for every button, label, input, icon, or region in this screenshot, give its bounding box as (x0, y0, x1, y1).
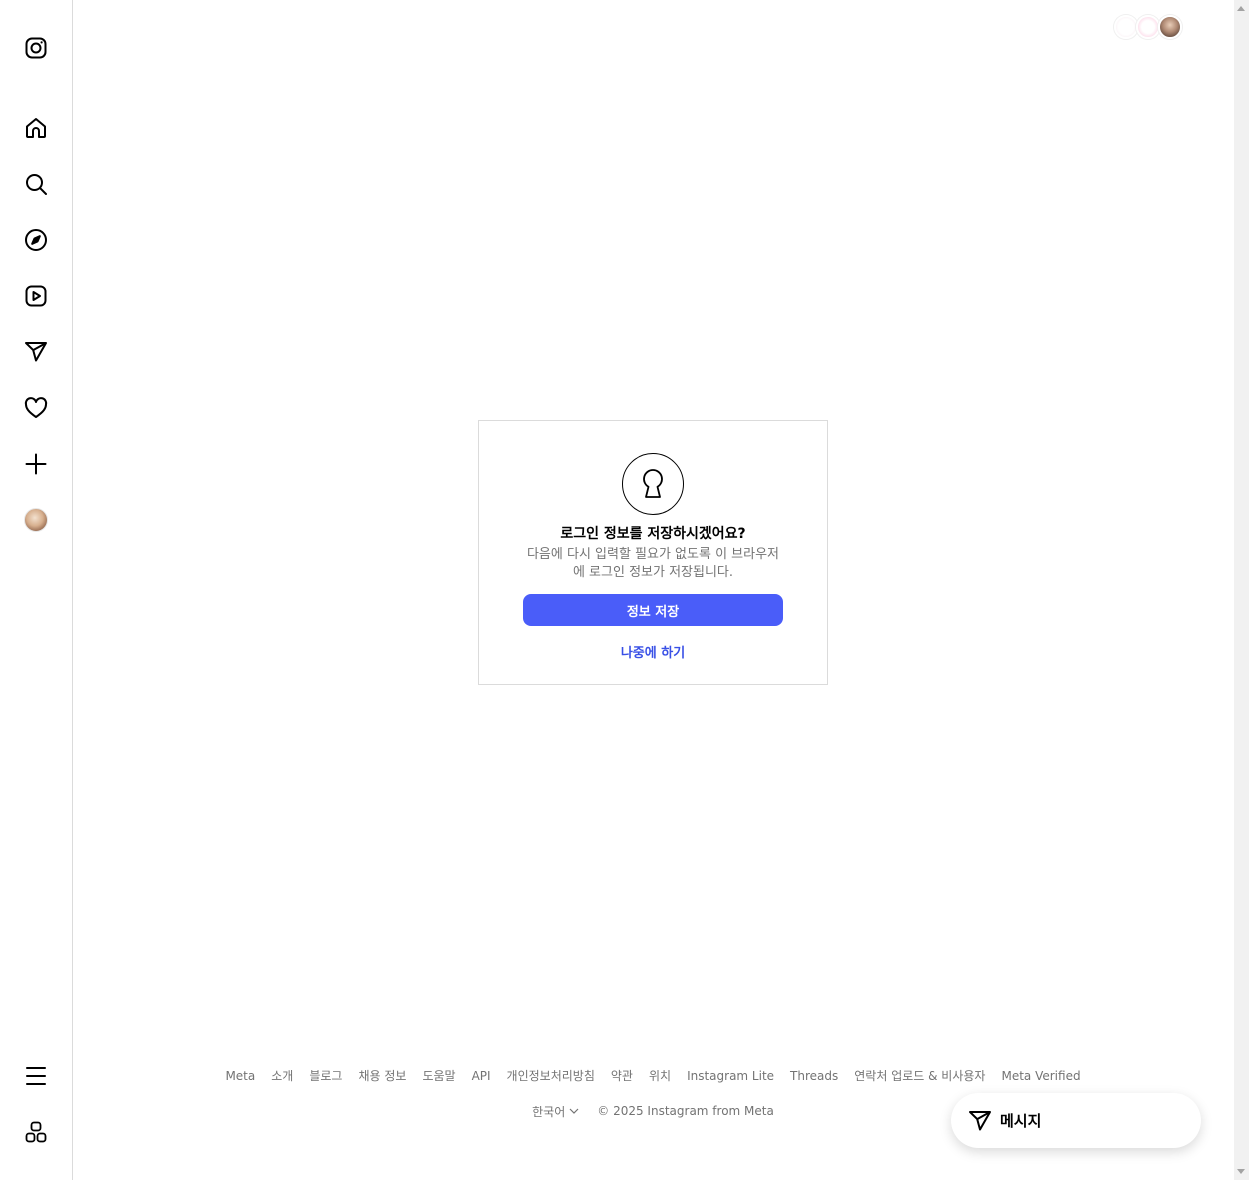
footer-link-contact-upload[interactable]: 연락처 업로드 & 비사용자 (854, 1066, 985, 1086)
language-select[interactable]: 한국어 (532, 1103, 579, 1120)
send-icon (969, 1111, 991, 1131)
scroll-up-arrow-icon[interactable] (1237, 6, 1245, 11)
footer-link-blog[interactable]: 블로그 (309, 1066, 342, 1086)
messages-send-icon[interactable] (12, 328, 60, 376)
footer-link-instagram-lite[interactable]: Instagram Lite (687, 1066, 774, 1086)
footer-link-api[interactable]: API (472, 1066, 491, 1086)
explore-compass-icon[interactable] (12, 216, 60, 264)
footer-link-threads[interactable]: Threads (790, 1066, 838, 1086)
profile-avatar[interactable] (12, 496, 60, 544)
message-contact-avatar (1114, 15, 1138, 39)
message-contact-avatar (1136, 15, 1160, 39)
create-plus-icon[interactable] (12, 440, 60, 488)
avatar (24, 508, 48, 532)
notifications-heart-icon[interactable] (12, 384, 60, 432)
not-now-button[interactable]: 나중에 하기 (553, 640, 753, 662)
footer-bottom: 한국어 © 2025 Instagram from Meta (234, 1101, 1072, 1121)
dialog-title: 로그인 정보를 저장하시겠어요? (560, 526, 746, 542)
footer-link-meta[interactable]: Meta (225, 1066, 255, 1086)
vertical-scrollbar[interactable] (1234, 0, 1249, 1180)
footer-link-meta-verified[interactable]: Meta Verified (1001, 1066, 1080, 1086)
copyright-text: © 2025 Instagram from Meta (597, 1104, 774, 1118)
reels-icon[interactable] (12, 272, 60, 320)
sidebar-nav (0, 0, 73, 1180)
footer-link-jobs[interactable]: 채용 정보 (358, 1066, 406, 1086)
instagram-logo-icon[interactable] (12, 24, 60, 72)
search-icon[interactable] (12, 160, 60, 208)
footer-link-help[interactable]: 도움말 (422, 1066, 455, 1086)
chevron-down-icon (569, 1108, 579, 1114)
more-menu-icon[interactable] (12, 1052, 60, 1100)
message-contact-avatar (1158, 15, 1182, 39)
messages-label: 메시지 (1000, 1112, 1042, 1130)
footer-link-terms[interactable]: 약관 (611, 1066, 633, 1086)
scroll-down-arrow-icon[interactable] (1237, 1169, 1245, 1174)
footer-links: Meta 소개 블로그 채용 정보 도움말 API 개인정보처리방침 약관 위치… (225, 1066, 1080, 1086)
messages-pill[interactable]: 메시지 (951, 1093, 1201, 1148)
footer-link-locations[interactable]: 위치 (649, 1066, 671, 1086)
save-info-button[interactable]: 정보 저장 (523, 594, 783, 626)
dialog-description: 다음에 다시 입력할 필요가 없도록 이 브라우저에 로그인 정보가 저장됩니다… (526, 547, 780, 580)
also-from-meta-icon[interactable] (12, 1108, 60, 1156)
footer-link-privacy[interactable]: 개인정보처리방침 (507, 1066, 595, 1086)
language-label: 한국어 (532, 1104, 566, 1119)
save-login-dialog: 로그인 정보를 저장하시겠어요? 다음에 다시 입력할 필요가 없도록 이 브라… (478, 420, 828, 685)
footer-link-about[interactable]: 소개 (271, 1066, 293, 1086)
keyhole-lock-icon (622, 453, 684, 515)
home-icon[interactable] (12, 104, 60, 152)
